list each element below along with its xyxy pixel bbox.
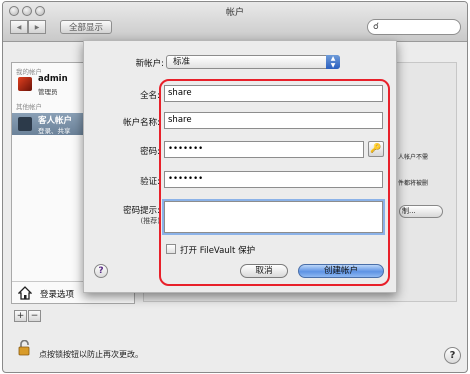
password-hint-label: 密码提示: [123, 206, 160, 216]
popup-arrows-icon: ▲ ▼ [326, 55, 340, 69]
full-name-field[interactable]: share [164, 85, 383, 102]
cancel-button[interactable]: 取消 [240, 264, 288, 278]
full-name-label: 全名: [140, 91, 160, 101]
show-all-button[interactable]: 全部显示 [60, 20, 112, 34]
sheet-help-button[interactable]: ? [94, 264, 108, 278]
help-button[interactable]: ? [444, 347, 461, 364]
admin-role: 管理员 [38, 88, 58, 96]
back-button[interactable]: ◀ [10, 20, 28, 34]
account-type-value: 标准 [173, 57, 191, 67]
password-field[interactable]: ••••••• [164, 141, 364, 158]
home-icon [18, 286, 32, 300]
background-button[interactable]: 制... [399, 205, 443, 218]
new-account-sheet: 新帐户: 标准 ▲ ▼ 全名: share 帐户名称: share 密码: •••… [83, 40, 397, 293]
account-name-label: 帐户名称: [123, 118, 160, 128]
search-icon: ☌ [373, 22, 380, 32]
window-title: 帐户 [225, 8, 244, 18]
remove-account-button[interactable]: − [28, 310, 41, 322]
forward-button[interactable]: ▶ [28, 20, 46, 34]
verify-field[interactable]: ••••••• [164, 171, 383, 188]
account-name-field[interactable]: share [164, 112, 383, 129]
key-icon[interactable]: 🔑 [368, 141, 384, 157]
background-text-1: 人帐户不需 [398, 154, 429, 161]
admin-avatar [18, 77, 32, 91]
guest-avatar [18, 117, 32, 131]
search-input[interactable]: ☌ [367, 19, 461, 35]
accounts-window: 帐户 ◀ ▶ 全部显示 ☌ 我的帐户 admin 管理员 其他帐户 客人帐户 登… [2, 1, 468, 373]
filevault-checkbox[interactable] [166, 244, 176, 254]
toolbar: 帐户 ◀ ▶ 全部显示 ☌ [3, 2, 467, 42]
verify-label: 验证: [140, 177, 160, 187]
create-account-button[interactable]: 创建帐户 [298, 264, 384, 278]
account-type-popup[interactable]: 标准 ▲ ▼ [166, 55, 340, 69]
password-hint-field[interactable] [164, 201, 383, 233]
background-text-2: 件都将被删 [398, 180, 429, 187]
password-label: 密码: [140, 147, 160, 157]
lock-message: 点按锁按钮以防止再次更改。 [39, 350, 143, 359]
guest-detail: 登录、共享 [38, 127, 71, 135]
password-hint-sublabel: (推荐) [140, 217, 160, 225]
other-accounts-header: 其他帐户 [16, 103, 42, 111]
filevault-label[interactable]: 打开 FileVault 保护 [180, 244, 255, 256]
lock-icon[interactable] [18, 340, 31, 356]
add-account-button[interactable]: + [14, 310, 27, 322]
login-options-label: 登录选项 [40, 290, 75, 300]
new-account-label: 新帐户: [135, 59, 164, 69]
admin-name[interactable]: admin [38, 74, 68, 84]
